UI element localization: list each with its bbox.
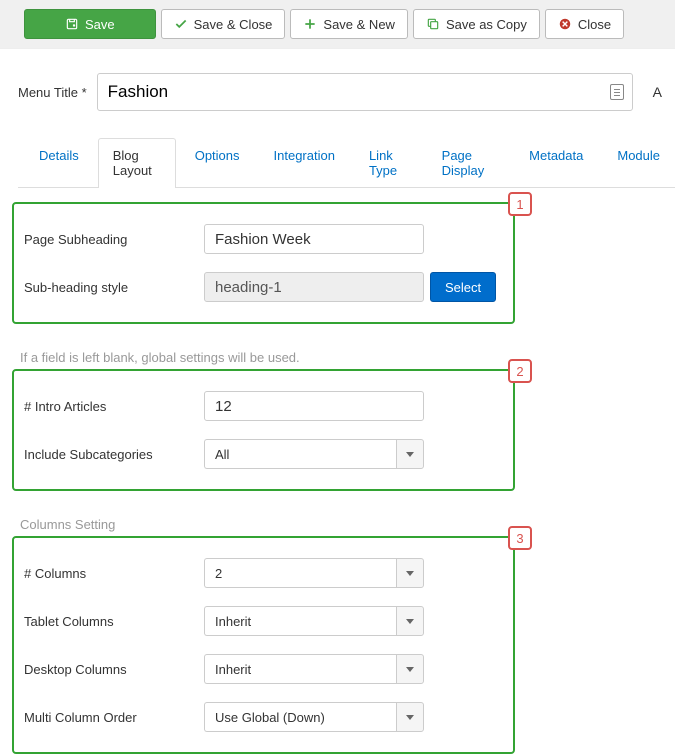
menu-title-input[interactable] (108, 74, 622, 110)
columns-value: 2 (204, 558, 396, 588)
menu-title-input-wrap (97, 73, 633, 111)
form-area: 1 Page Subheading Sub-heading style Sele… (18, 188, 675, 754)
columns-setting-label: Columns Setting (20, 517, 675, 532)
include-subcat-label: Include Subcategories (18, 447, 204, 462)
callout-2: 2 (508, 359, 532, 383)
subheading-style-label: Sub-heading style (18, 280, 204, 295)
tab-module[interactable]: Module (602, 138, 675, 188)
tablet-columns-dropdown[interactable]: Inherit (204, 606, 424, 636)
subheading-style-input (204, 272, 424, 302)
select-style-button[interactable]: Select (430, 272, 496, 302)
check-icon (174, 17, 188, 31)
chevron-down-icon[interactable] (396, 606, 424, 636)
tablet-columns-label: Tablet Columns (18, 614, 204, 629)
columns-dropdown[interactable]: 2 (204, 558, 424, 588)
tab-integration[interactable]: Integration (259, 138, 350, 188)
save-button-label: Save (85, 17, 115, 32)
save-close-button[interactable]: Save & Close (161, 9, 286, 39)
include-subcat-dropdown[interactable]: All (204, 439, 424, 469)
tab-metadata[interactable]: Metadata (514, 138, 598, 188)
tabs: Details Blog Layout Options Integration … (18, 137, 675, 188)
intro-articles-label: # Intro Articles (18, 399, 204, 414)
apply-icon (65, 17, 79, 31)
close-button[interactable]: Close (545, 9, 624, 39)
close-label: Close (578, 17, 611, 32)
toolbar: Save Save & Close Save & New Save as Cop… (0, 0, 675, 49)
plus-icon (303, 17, 317, 31)
save-copy-label: Save as Copy (446, 17, 527, 32)
callout-1: 1 (508, 192, 532, 216)
tab-page-display[interactable]: Page Display (427, 138, 511, 188)
intro-articles-input[interactable] (204, 391, 424, 421)
chevron-down-icon[interactable] (396, 439, 424, 469)
save-new-label: Save & New (323, 17, 395, 32)
tablet-columns-value: Inherit (204, 606, 396, 636)
desktop-columns-label: Desktop Columns (18, 662, 204, 677)
multi-column-order-dropdown[interactable]: Use Global (Down) (204, 702, 424, 732)
section-2: 2 # Intro Articles Include Subcategories… (12, 369, 515, 491)
copy-icon (426, 17, 440, 31)
save-copy-button[interactable]: Save as Copy (413, 9, 540, 39)
page-subheading-label: Page Subheading (18, 232, 204, 247)
save-button[interactable]: Save (24, 9, 156, 39)
tab-details[interactable]: Details (24, 138, 94, 188)
chevron-down-icon[interactable] (396, 702, 424, 732)
chevron-down-icon[interactable] (396, 654, 424, 684)
section-1: 1 Page Subheading Sub-heading style Sele… (12, 202, 515, 324)
keyboard-icon (610, 84, 624, 100)
section-3: 3 # Columns 2 Tablet Columns Inherit Des… (12, 536, 515, 754)
tab-link-type[interactable]: Link Type (354, 138, 423, 188)
page-subheading-input[interactable] (204, 224, 424, 254)
menu-title-label: Menu Title * (18, 85, 87, 100)
alias-indicator: A (653, 84, 662, 100)
close-icon (558, 17, 572, 31)
callout-3: 3 (508, 526, 532, 550)
save-new-button[interactable]: Save & New (290, 9, 408, 39)
desktop-columns-dropdown[interactable]: Inherit (204, 654, 424, 684)
tab-blog-layout[interactable]: Blog Layout (98, 138, 176, 188)
global-hint: If a field is left blank, global setting… (20, 350, 675, 365)
tab-options[interactable]: Options (180, 138, 255, 188)
chevron-down-icon[interactable] (396, 558, 424, 588)
content-area: Menu Title * A Details Blog Layout Optio… (0, 49, 675, 754)
desktop-columns-value: Inherit (204, 654, 396, 684)
multi-column-order-value: Use Global (Down) (204, 702, 396, 732)
multi-column-order-label: Multi Column Order (18, 710, 204, 725)
include-subcat-value: All (204, 439, 396, 469)
columns-label: # Columns (18, 566, 204, 581)
save-close-label: Save & Close (194, 17, 273, 32)
menu-title-row: Menu Title * A (18, 73, 675, 111)
